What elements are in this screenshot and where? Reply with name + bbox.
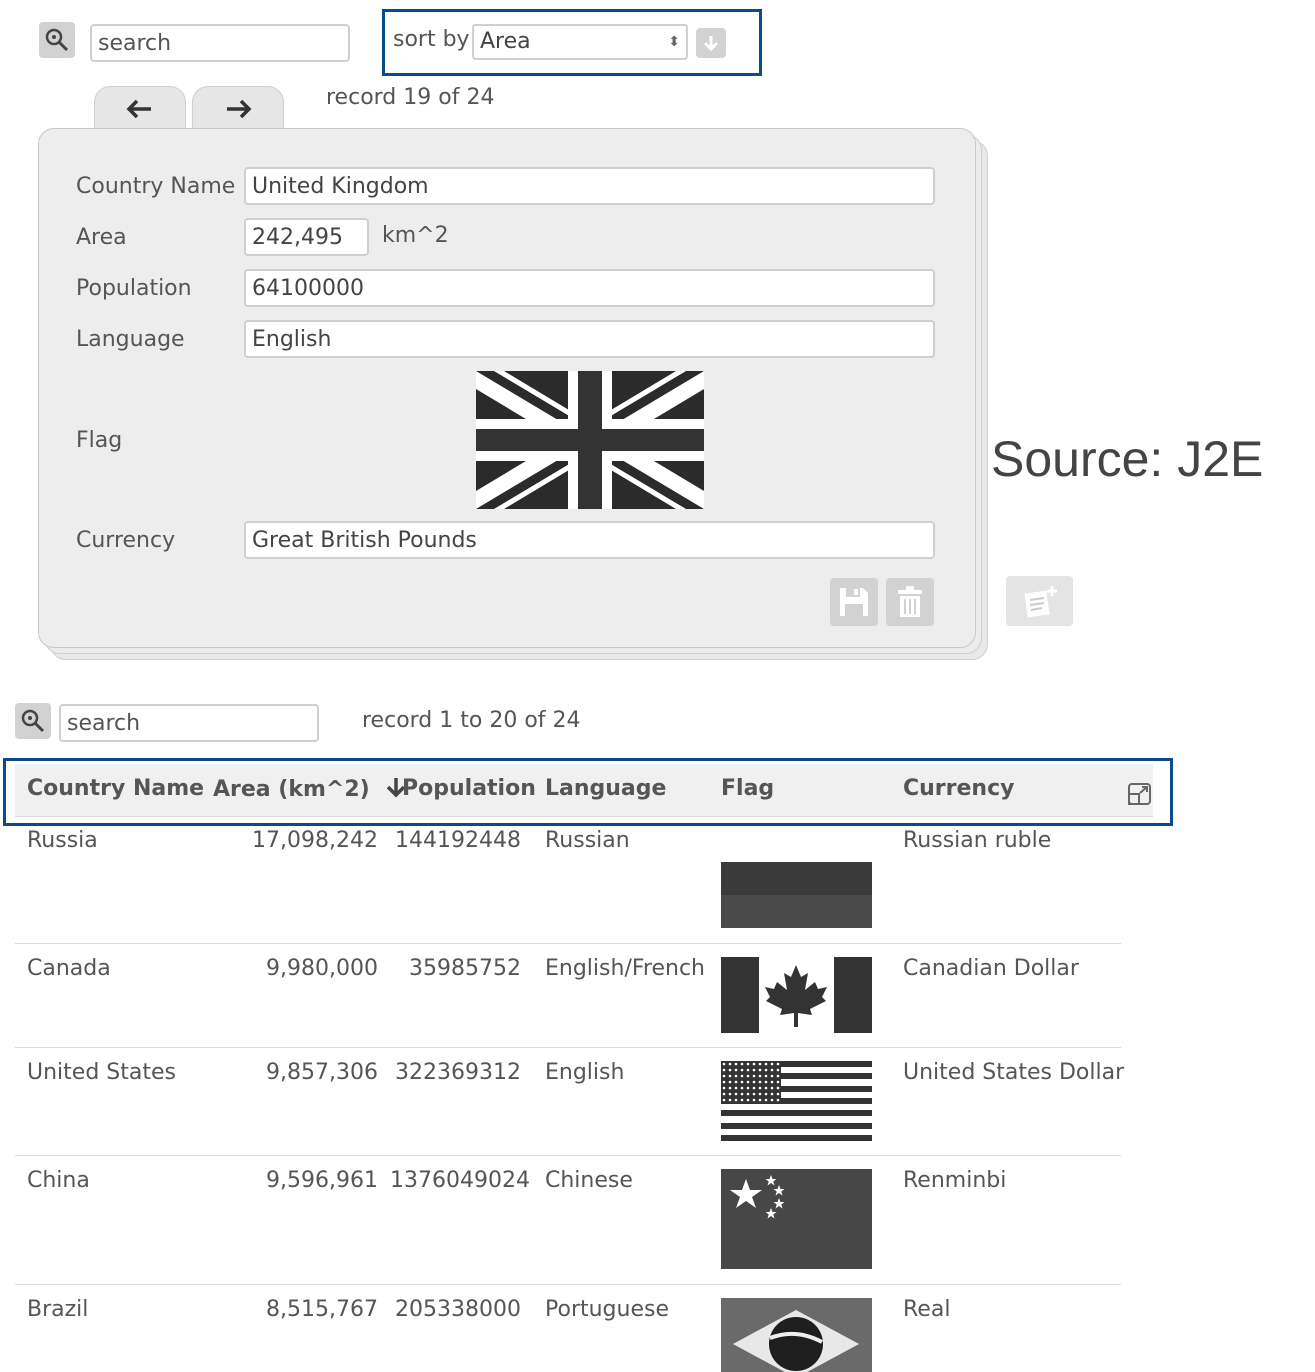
list-search-input[interactable] — [59, 704, 319, 742]
sort-selected-value: Area — [480, 29, 531, 54]
table-cell-country: Brazil — [27, 1297, 89, 1322]
arrow-right-icon — [227, 99, 252, 119]
table-cell-currency: Renminbi — [903, 1168, 1007, 1193]
row-divider — [15, 1155, 1121, 1156]
row-divider — [15, 1047, 1121, 1048]
country-name-field[interactable] — [244, 167, 935, 205]
save-button[interactable] — [830, 578, 878, 626]
currency-field[interactable] — [244, 521, 935, 559]
population-label: Population — [76, 276, 192, 301]
table-cell-language: English/French — [545, 956, 705, 981]
table-cell-currency: Russian ruble — [903, 828, 1052, 853]
column-header-area[interactable]: Area (km^2) — [213, 776, 407, 802]
table-cell-country: China — [27, 1168, 90, 1193]
source-watermark: Source: J2E — [991, 431, 1264, 487]
record-search-input[interactable] — [90, 24, 350, 62]
table-cell-area: 9,596,961 — [266, 1168, 378, 1193]
arrow-left-icon — [126, 99, 151, 119]
sort-select[interactable]: Area ⬍ — [472, 24, 688, 60]
previous-record-tab[interactable] — [94, 86, 186, 131]
population-field[interactable] — [244, 269, 935, 307]
table-cell-population: 205338000 — [395, 1297, 521, 1322]
area-unit: km^2 — [382, 223, 449, 248]
column-header-currency[interactable]: Currency — [903, 776, 1014, 801]
table-cell-country: Canada — [27, 956, 111, 981]
trash-icon — [898, 586, 922, 617]
flag-united-states-image — [721, 1061, 872, 1141]
column-header-population[interactable]: Population — [402, 776, 536, 801]
table-cell-population: 1376049024 — [390, 1168, 530, 1193]
column-header-language[interactable]: Language — [545, 776, 666, 801]
search-icon — [21, 709, 45, 733]
table-cell-currency: Canadian Dollar — [903, 956, 1079, 981]
flag-label: Flag — [76, 428, 123, 453]
flag-brazil-image — [721, 1298, 872, 1372]
sort-label: sort by — [393, 27, 470, 52]
expand-window-icon[interactable] — [1127, 782, 1153, 806]
flag-canada-image — [721, 957, 872, 1033]
table-cell-population: 144192448 — [395, 828, 521, 853]
table-cell-language: Portuguese — [545, 1297, 669, 1322]
table-cell-population: 35985752 — [409, 956, 521, 981]
area-label: Area — [76, 225, 127, 250]
language-label: Language — [76, 327, 185, 352]
row-divider — [15, 1284, 1121, 1285]
table-cell-language: English — [545, 1060, 625, 1085]
table-cell-currency: United States Dollar — [903, 1060, 1125, 1085]
column-header-area-label: Area (km^2) — [213, 777, 370, 802]
arrow-down-icon — [703, 36, 719, 52]
next-record-tab[interactable] — [192, 86, 284, 131]
list-record-range: record 1 to 20 of 24 — [362, 708, 581, 733]
new-record-button[interactable] — [1006, 576, 1073, 626]
row-divider — [15, 943, 1121, 944]
area-field[interactable] — [244, 218, 369, 256]
new-document-icon — [1023, 586, 1057, 618]
sort-direction-button[interactable] — [696, 28, 726, 58]
list-search-icon-button[interactable] — [15, 703, 51, 739]
flag-russia-image — [721, 828, 872, 928]
flag-china-image — [721, 1169, 872, 1269]
table-cell-country: Russia — [27, 828, 98, 853]
country-name-label: Country Name — [76, 174, 236, 199]
table-cell-area: 8,515,767 — [266, 1297, 378, 1322]
search-icon — [45, 28, 69, 52]
table-cell-area: 9,980,000 — [266, 956, 378, 981]
table-cell-language: Russian — [545, 828, 630, 853]
record-position: record 19 of 24 — [326, 85, 495, 110]
table-cell-population: 322369312 — [395, 1060, 521, 1085]
table-cell-area: 9,857,306 — [266, 1060, 378, 1085]
currency-label: Currency — [76, 528, 176, 553]
table-cell-area: 17,098,242 — [252, 828, 378, 853]
updown-arrows-icon: ⬍ — [668, 34, 680, 50]
column-header-country-name[interactable]: Country Name — [27, 776, 204, 801]
flag-united-kingdom-image[interactable] — [476, 371, 704, 509]
table-cell-country: United States — [27, 1060, 176, 1085]
language-field[interactable] — [244, 320, 935, 358]
table-cell-language: Chinese — [545, 1168, 633, 1193]
table-cell-currency: Real — [903, 1297, 951, 1322]
search-icon-button[interactable] — [39, 22, 75, 58]
delete-button[interactable] — [886, 578, 934, 626]
column-header-flag[interactable]: Flag — [721, 776, 774, 801]
floppy-disk-icon — [840, 588, 868, 616]
